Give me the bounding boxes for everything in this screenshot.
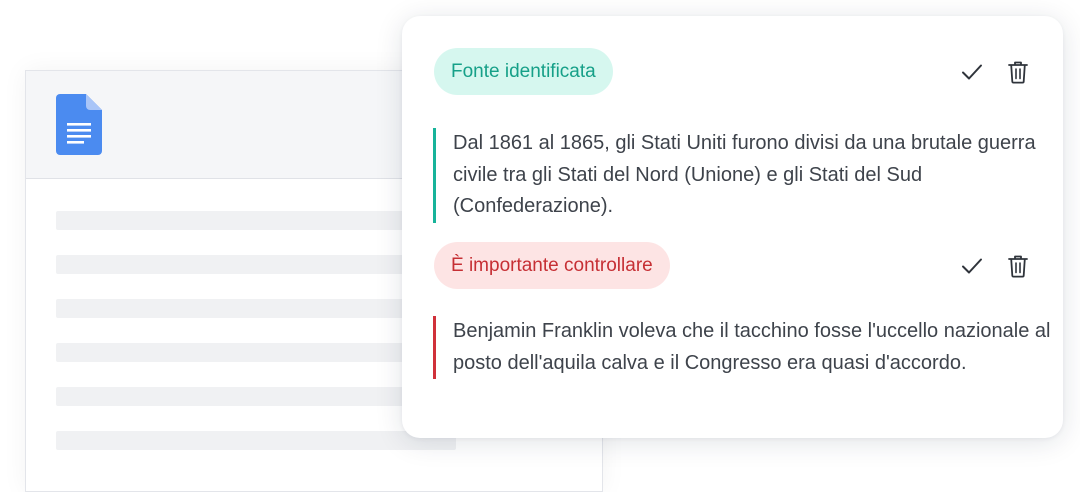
- check-icon: [962, 258, 982, 274]
- delete-button[interactable]: [1004, 252, 1032, 280]
- trash-icon: [1008, 61, 1028, 84]
- google-docs-icon: [56, 94, 102, 155]
- placeholder-line: [56, 387, 456, 406]
- trash-icon: [1008, 255, 1028, 278]
- placeholder-line: [56, 255, 456, 274]
- status-badge-verified: Fonte identificata: [434, 48, 613, 95]
- quoted-claim-text: Benjamin Franklin voleva che il tacchino…: [433, 316, 1053, 379]
- accept-button[interactable]: [958, 58, 986, 86]
- check-icon: [962, 64, 982, 80]
- delete-button[interactable]: [1004, 58, 1032, 86]
- placeholder-line: [56, 299, 456, 318]
- status-badge-check-needed: È importante controllare: [434, 242, 670, 289]
- placeholder-line: [56, 211, 456, 230]
- fact-check-panel: Fonte identificata Dal 1861 al 1865, gli…: [402, 16, 1063, 438]
- placeholder-line: [56, 343, 456, 362]
- placeholder-line: [56, 431, 456, 450]
- accept-button[interactable]: [958, 252, 986, 280]
- quoted-claim-text: Dal 1861 al 1865, gli Stati Uniti furono…: [433, 128, 1053, 223]
